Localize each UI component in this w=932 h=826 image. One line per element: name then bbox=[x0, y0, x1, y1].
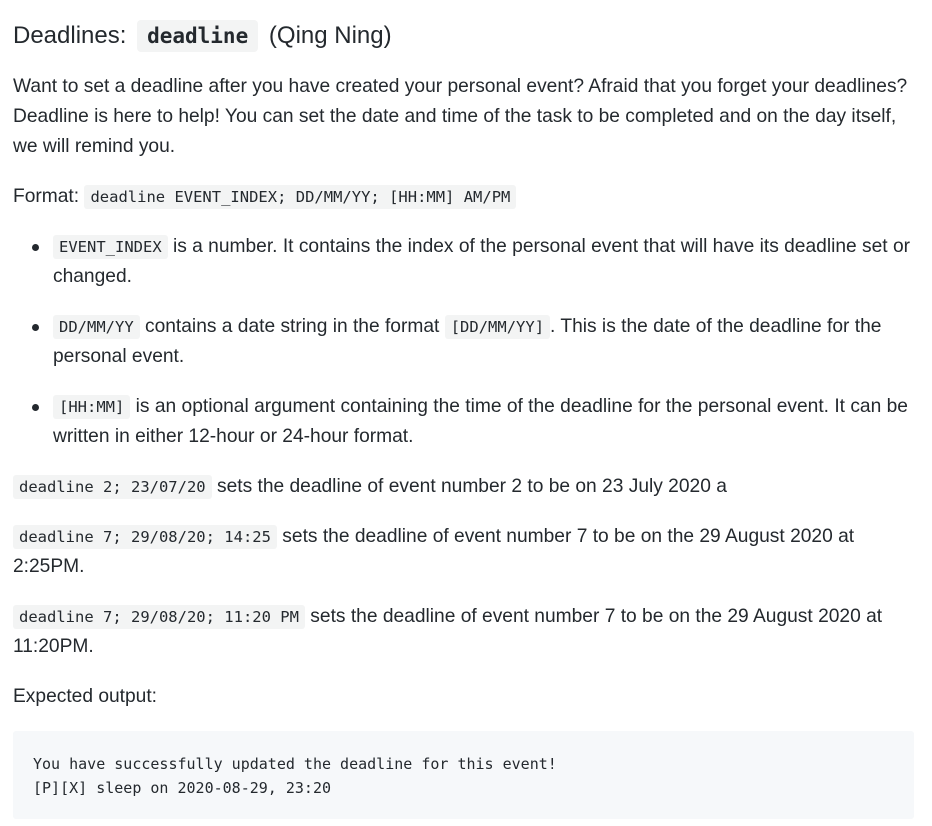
bullet-icon bbox=[32, 324, 39, 331]
intro-paragraph: Want to set a deadline after you have cr… bbox=[13, 76, 908, 157]
list-item-time: [HH:MM] is an optional argument containi… bbox=[13, 392, 914, 452]
example-code: deadline 7; 29/08/20; 14:25 bbox=[13, 525, 277, 549]
list-item-date: DD/MM/YY contains a date string in the f… bbox=[13, 312, 914, 372]
example-code: deadline 2; 23/07/20 bbox=[13, 475, 212, 499]
example-text: sets the deadline of event number 2 to b… bbox=[211, 476, 727, 497]
format-code: [DD/MM/YY] bbox=[444, 315, 551, 339]
param-code: [HH:MM] bbox=[53, 395, 131, 419]
param-description: is an optional argument containing the t… bbox=[53, 396, 908, 447]
example-code: deadline 7; 29/08/20; 11:20 PM bbox=[13, 605, 305, 629]
section-heading: Deadlines: deadline (Qing Ning) bbox=[13, 16, 392, 56]
example-paragraph: deadline 7; 29/08/20; 14:25 sets the dea… bbox=[13, 522, 914, 582]
heading-author: (Qing Ning) bbox=[268, 22, 392, 49]
output-code-block: You have successfully updated the deadli… bbox=[13, 731, 914, 819]
param-code: DD/MM/YY bbox=[53, 315, 140, 339]
output-line: [P][X] sleep on 2020-08-29, 23:20 bbox=[33, 779, 332, 797]
expected-output-label: Expected output: bbox=[13, 686, 158, 707]
parameter-list: EVENT_INDEX is a number. It contains the… bbox=[13, 232, 914, 452]
param-description: contains a date string in the format bbox=[139, 316, 445, 337]
bullet-icon bbox=[32, 404, 39, 411]
bullet-icon bbox=[32, 244, 39, 251]
format-label: Format: bbox=[13, 186, 80, 207]
example-paragraph: deadline 2; 23/07/20 sets the deadline o… bbox=[13, 472, 914, 502]
list-item-event-index: EVENT_INDEX is a number. It contains the… bbox=[13, 232, 914, 292]
example-paragraph: deadline 7; 29/08/20; 11:20 PM sets the … bbox=[13, 602, 914, 662]
param-code: EVENT_INDEX bbox=[53, 235, 168, 259]
param-description: is a number. It contains the index of th… bbox=[53, 236, 911, 287]
format-line: Format: deadline EVENT_INDEX; DD/MM/YY; … bbox=[13, 182, 914, 212]
heading-prefix: Deadlines: bbox=[13, 22, 127, 49]
document: Deadlines: deadline (Qing Ning) Want to … bbox=[0, 0, 932, 826]
output-line: You have successfully updated the deadli… bbox=[33, 755, 557, 773]
heading-command-code: deadline bbox=[137, 20, 259, 52]
format-code: deadline EVENT_INDEX; DD/MM/YY; [HH:MM] … bbox=[84, 185, 517, 209]
